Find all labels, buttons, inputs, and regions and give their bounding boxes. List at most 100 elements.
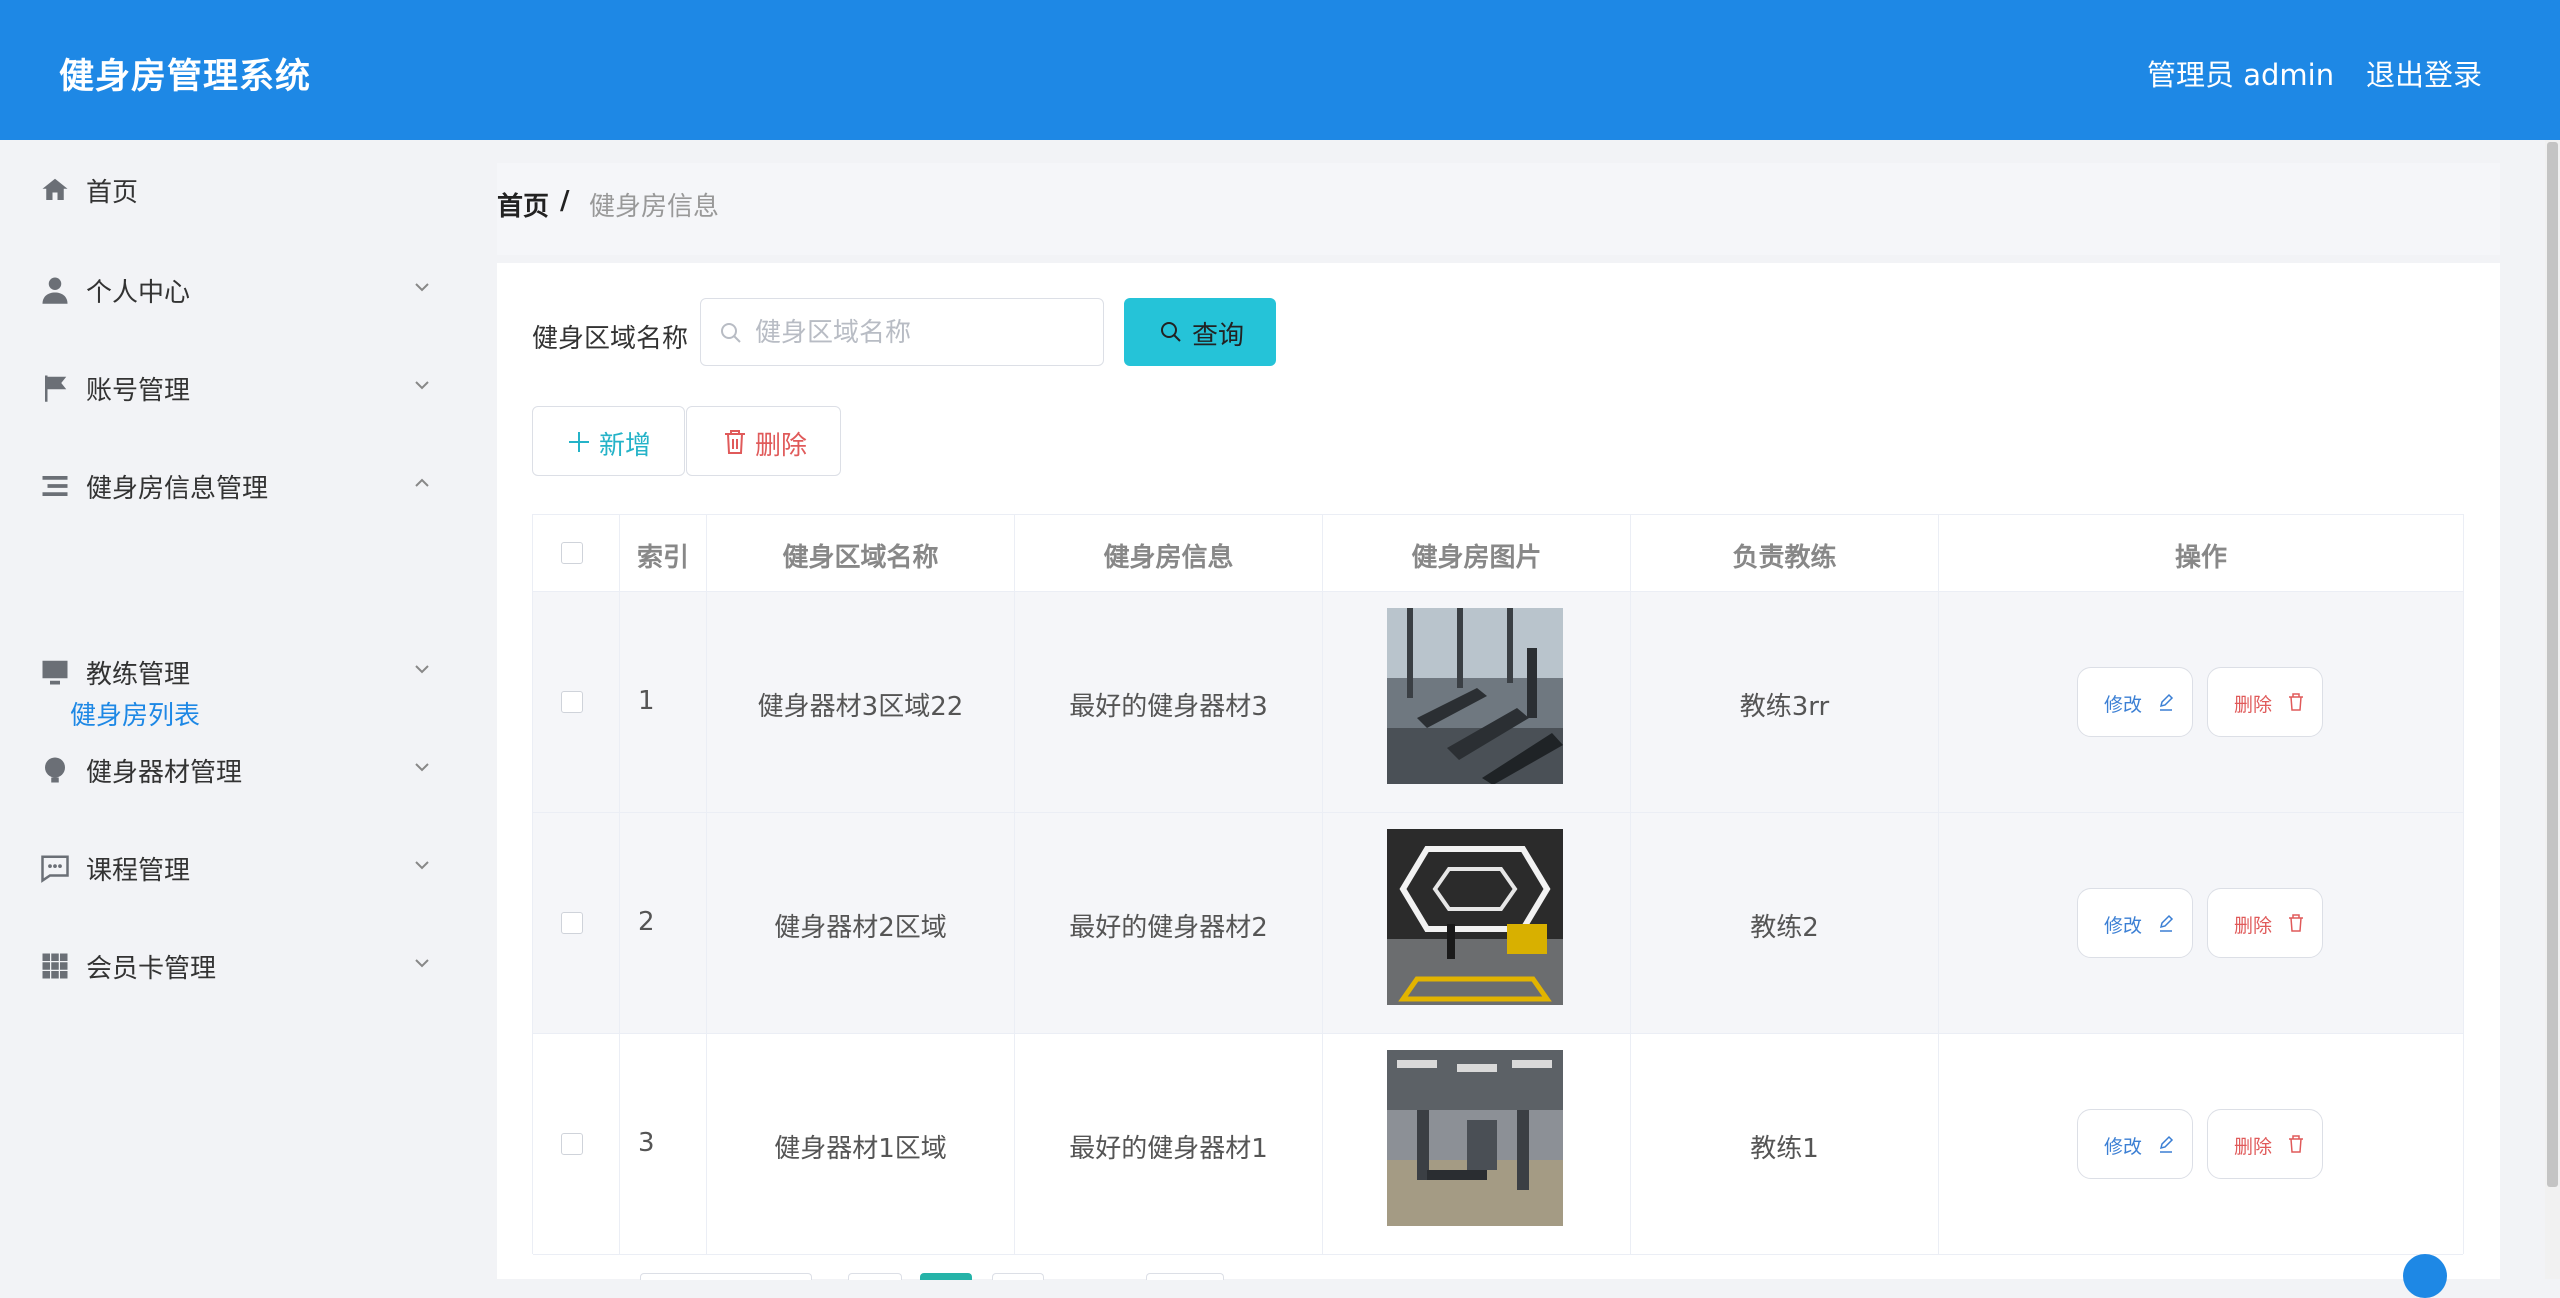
batch-delete-button-label: 删除: [755, 431, 808, 461]
search-input[interactable]: [753, 313, 1087, 353]
scrollbar-thumb[interactable]: [2547, 142, 2558, 1187]
sidebar-item-course-management[interactable]: 课程管理: [0, 833, 460, 903]
sidebar-item-label: 账号管理: [86, 376, 191, 406]
gym-thumbnail[interactable]: [1387, 1050, 1563, 1226]
current-user-label: 管理员 admin: [2147, 58, 2335, 92]
breadcrumb-separator: /: [560, 186, 570, 216]
delete-button[interactable]: 删除: [2207, 888, 2323, 958]
edit-icon: [2159, 914, 2174, 932]
edit-button-label: 修改: [2104, 915, 2143, 937]
top-header: 健身房管理系统 管理员 admin 退出登录: [0, 0, 2560, 140]
chevron-down-icon: [412, 953, 432, 973]
delete-button-label: 删除: [2234, 1136, 2273, 1158]
row-select-cell: [533, 592, 620, 812]
flag-icon: [40, 373, 70, 403]
gym-thumbnail[interactable]: [1387, 829, 1563, 1005]
chevron-up-icon: [412, 473, 432, 493]
header-select-cell: [533, 515, 620, 591]
edit-button[interactable]: 修改: [2077, 888, 2193, 958]
sidebar-item-label: 首页: [86, 178, 139, 208]
column-header: 负责教练: [1631, 515, 1939, 591]
search-label: 健身区域名称: [532, 324, 689, 354]
home-icon: [40, 175, 70, 205]
area-name-cell: 健身器材3区域22: [707, 592, 1015, 812]
sidebar-item-account-management[interactable]: 账号管理: [0, 353, 460, 423]
delete-button-label: 删除: [2234, 694, 2273, 716]
chevron-down-icon: [412, 659, 432, 679]
list-icon: [40, 471, 70, 501]
breadcrumb-current: 健身房信息: [589, 192, 720, 222]
info-cell: 最好的健身器材1: [1015, 1034, 1323, 1254]
edit-button[interactable]: 修改: [2077, 1109, 2193, 1179]
column-header: 健身房图片: [1323, 515, 1631, 591]
edit-icon: [2159, 1135, 2174, 1153]
table-row: 3 健身器材1区域 最好的健身器材1 教练1 修改 删除: [533, 1034, 2463, 1255]
grid-icon: [40, 951, 70, 981]
area-name-cell: 健身器材1区域: [707, 1034, 1015, 1254]
info-cell: 最好的健身器材2: [1015, 813, 1323, 1033]
delete-button-label: 删除: [2234, 915, 2273, 937]
sidebar-item-equipment-management[interactable]: 健身器材管理: [0, 735, 460, 805]
plus-icon: [569, 432, 589, 452]
edit-icon: [2159, 693, 2174, 711]
sidebar-item-label: 会员卡管理: [86, 954, 217, 984]
row-select-cell: [533, 1034, 620, 1254]
coach-cell: 教练3rr: [1631, 592, 1939, 812]
user-icon: [40, 275, 70, 305]
area-name-cell: 健身器材2区域: [707, 813, 1015, 1033]
trash-icon: [725, 430, 745, 454]
gym-thumbnail[interactable]: [1387, 608, 1563, 784]
column-header: 健身区域名称: [707, 515, 1015, 591]
image-cell: [1323, 1034, 1631, 1254]
query-button[interactable]: 查询: [1124, 298, 1276, 366]
sidebar-item-coach-management[interactable]: 教练管理: [0, 637, 460, 707]
delete-button[interactable]: 删除: [2207, 1109, 2323, 1179]
index-cell: 3: [620, 1034, 707, 1254]
column-header: 健身房信息: [1015, 515, 1323, 591]
sidebar-item-personal-center[interactable]: 个人中心: [0, 255, 460, 325]
index-cell: 1: [620, 592, 707, 812]
row-checkbox[interactable]: [561, 691, 583, 713]
logout-link[interactable]: 退出登录: [2366, 52, 2482, 94]
select-all-checkbox[interactable]: [561, 542, 583, 564]
trash-icon: [2289, 693, 2303, 711]
chevron-down-icon: [412, 375, 432, 395]
sidebar-item-label: 教练管理: [86, 660, 191, 690]
breadcrumb: [497, 163, 2500, 255]
sidebar-item-home[interactable]: 首页: [0, 155, 460, 225]
actions-cell: 修改 删除: [1939, 1034, 2463, 1254]
row-checkbox[interactable]: [561, 1133, 583, 1155]
coach-cell: 教练2: [1631, 813, 1939, 1033]
sidebar-item-label: 个人中心: [86, 278, 191, 308]
trash-icon: [2289, 914, 2303, 932]
search-field[interactable]: [700, 298, 1104, 366]
index-cell: 2: [620, 813, 707, 1033]
batch-delete-button[interactable]: 删除: [686, 406, 841, 476]
back-to-top-button[interactable]: [2403, 1254, 2447, 1298]
search-icon: [721, 323, 741, 343]
gym-interior-photo: [1387, 829, 1563, 1005]
actions-cell: 修改 删除: [1939, 592, 2463, 812]
sidebar-item-gym-info-management[interactable]: 健身房信息管理: [0, 451, 460, 521]
treadmill-photo: [1387, 608, 1563, 784]
coach-cell: 教练1: [1631, 1034, 1939, 1254]
add-button[interactable]: 新增: [532, 406, 685, 476]
delete-button[interactable]: 删除: [2207, 667, 2323, 737]
table-row: 2 健身器材2区域 最好的健身器材2 教练2 修改 删除: [533, 813, 2463, 1034]
search-icon: [1161, 322, 1181, 342]
gym-floor-photo: [1387, 1050, 1563, 1226]
edit-button[interactable]: 修改: [2077, 667, 2193, 737]
row-checkbox[interactable]: [561, 912, 583, 934]
table-row: 1 健身器材3区域22 最好的健身器材3 教练3rr 修改 删除: [533, 592, 2463, 813]
query-button-label: 查询: [1192, 321, 1245, 351]
bulb-icon: [40, 755, 70, 785]
chevron-down-icon: [412, 277, 432, 297]
info-cell: 最好的健身器材3: [1015, 592, 1323, 812]
breadcrumb-home[interactable]: 首页: [497, 186, 549, 223]
image-cell: [1323, 813, 1631, 1033]
monitor-icon: [40, 657, 70, 687]
trash-icon: [2289, 1135, 2303, 1153]
add-button-label: 新增: [599, 431, 652, 461]
sidebar-item-membership-card-management[interactable]: 会员卡管理: [0, 931, 460, 1001]
chat-icon: [40, 853, 70, 883]
